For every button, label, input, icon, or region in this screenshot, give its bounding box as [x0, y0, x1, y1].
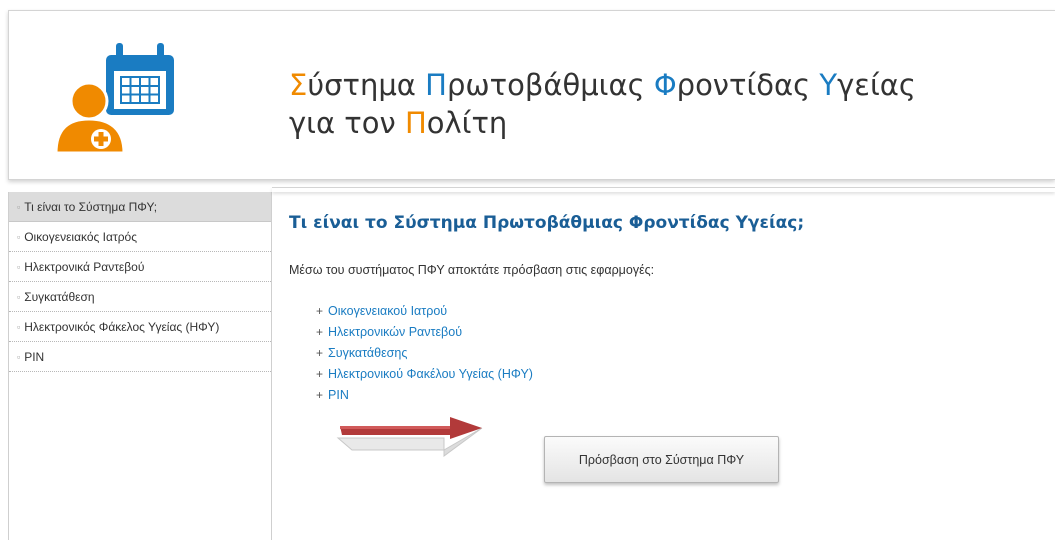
- title-word-systima: ύστημα: [307, 68, 426, 102]
- sidebar-item-oikogeneiakos-iatros[interactable]: ▫ Οικογενειακός Ιατρός: [9, 222, 271, 252]
- plus-icon: +: [316, 388, 324, 402]
- bullet-icon: ▫: [17, 322, 21, 332]
- arrow-right-icon: [336, 417, 483, 457]
- sidebar-item-label: Ηλεκτρονικός Φάκελος Υγείας (ΗΦΥ): [24, 320, 220, 334]
- title-word-ygeias: γείας: [837, 68, 916, 102]
- plus-icon: +: [316, 367, 324, 381]
- title-word-frontidas: ροντίδας: [676, 68, 820, 102]
- plus-icon: +: [316, 346, 324, 360]
- link-pin[interactable]: PIN: [328, 388, 349, 402]
- page: Σύστημα Πρωτοβάθμιας Φροντίδας Υγείας γι…: [0, 0, 1055, 540]
- sidebar-item-ilektronika-rantevou[interactable]: ▫ Ηλεκτρονικά Ραντεβού: [9, 252, 271, 282]
- site-title-line-1: Σύστημα Πρωτοβάθμιας Φροντίδας Υγείας: [289, 66, 916, 104]
- list-item: + Συγκατάθεσης: [316, 343, 533, 364]
- plus-icon: +: [316, 304, 324, 318]
- application-links-list: + Οικογενειακού Ιατρού + Ηλεκτρονικών Ραντ…: [316, 301, 533, 406]
- link-sygkatathesis[interactable]: Συγκατάθεσης: [328, 346, 407, 360]
- bullet-icon: ▫: [17, 292, 21, 302]
- sidebar-item-ti-einai[interactable]: ▫ Τι είναι το Σύστημα ΠΦΥ;: [9, 192, 271, 222]
- sidebar-item-ifi[interactable]: ▫ Ηλεκτρονικός Φάκελος Υγείας (ΗΦΥ): [9, 312, 271, 342]
- sidebar-item-pin[interactable]: ▫ PIN: [9, 342, 271, 372]
- sidebar-item-label: Συγκατάθεση: [24, 290, 95, 304]
- sidebar-item-label: Τι είναι το Σύστημα ΠΦΥ;: [24, 200, 158, 214]
- sidebar-nav: ▫ Τι είναι το Σύστημα ΠΦΥ; ▫ Οικογενειακός…: [8, 192, 272, 540]
- site-title: Σύστημα Πρωτοβάθμιας Φροντίδας Υγείας γι…: [289, 66, 916, 142]
- list-item: + Οικογενειακού Ιατρού: [316, 301, 533, 322]
- link-oikogeneiakou-iatrou[interactable]: Οικογενειακού Ιατρού: [328, 304, 447, 318]
- list-item: + PIN: [316, 385, 533, 406]
- title-word-protovathmias: ρωτοβάθμιας: [446, 68, 654, 102]
- access-system-button[interactable]: Πρόσβαση στο Σύστημα ΠΦΥ: [544, 436, 779, 483]
- bullet-icon: ▫: [17, 262, 21, 272]
- bullet-icon: ▫: [17, 202, 21, 212]
- title-letter-y: Υ: [819, 68, 838, 102]
- title-word-politi: ολίτη: [426, 106, 508, 140]
- list-item: + Ηλεκτρονικού Φακέλου Υγείας (ΗΦΥ): [316, 364, 533, 385]
- page-heading: Τι είναι το Σύστημα Πρωτοβάθμιας Φροντίδ…: [289, 213, 805, 233]
- content-divider: [272, 187, 1055, 192]
- bullet-icon: ▫: [17, 232, 21, 242]
- sidebar-item-label: Οικογενειακός Ιατρός: [24, 230, 137, 244]
- header-banner: Σύστημα Πρωτοβάθμιας Φροντίδας Υγείας γι…: [8, 10, 1055, 180]
- link-ilektronikon-rantevou[interactable]: Ηλεκτρονικών Ραντεβού: [328, 325, 462, 339]
- title-letter-p: Π: [425, 68, 447, 102]
- sidebar-item-sygkatathesi[interactable]: ▫ Συγκατάθεση: [9, 282, 271, 312]
- title-word-gia-ton: για τον: [289, 106, 405, 140]
- bullet-icon: ▫: [17, 352, 21, 362]
- doctor-calendar-icon: [54, 43, 174, 155]
- title-letter-p2: Π: [404, 106, 427, 140]
- title-letter-s: Σ: [289, 68, 308, 102]
- site-title-line-2: για τον Πολίτη: [289, 104, 916, 142]
- link-ilektronikou-fakelou[interactable]: Ηλεκτρονικού Φακέλου Υγείας (ΗΦΥ): [328, 367, 533, 381]
- sidebar-item-label: Ηλεκτρονικά Ραντεβού: [24, 260, 145, 274]
- sidebar-item-label: PIN: [24, 350, 45, 364]
- title-letter-f: Φ: [653, 68, 677, 102]
- list-item: + Ηλεκτρονικών Ραντεβού: [316, 322, 533, 343]
- plus-icon: +: [316, 325, 324, 339]
- intro-text: Μέσω του συστήματος ΠΦΥ αποκτάτε πρόσβασ…: [289, 263, 655, 277]
